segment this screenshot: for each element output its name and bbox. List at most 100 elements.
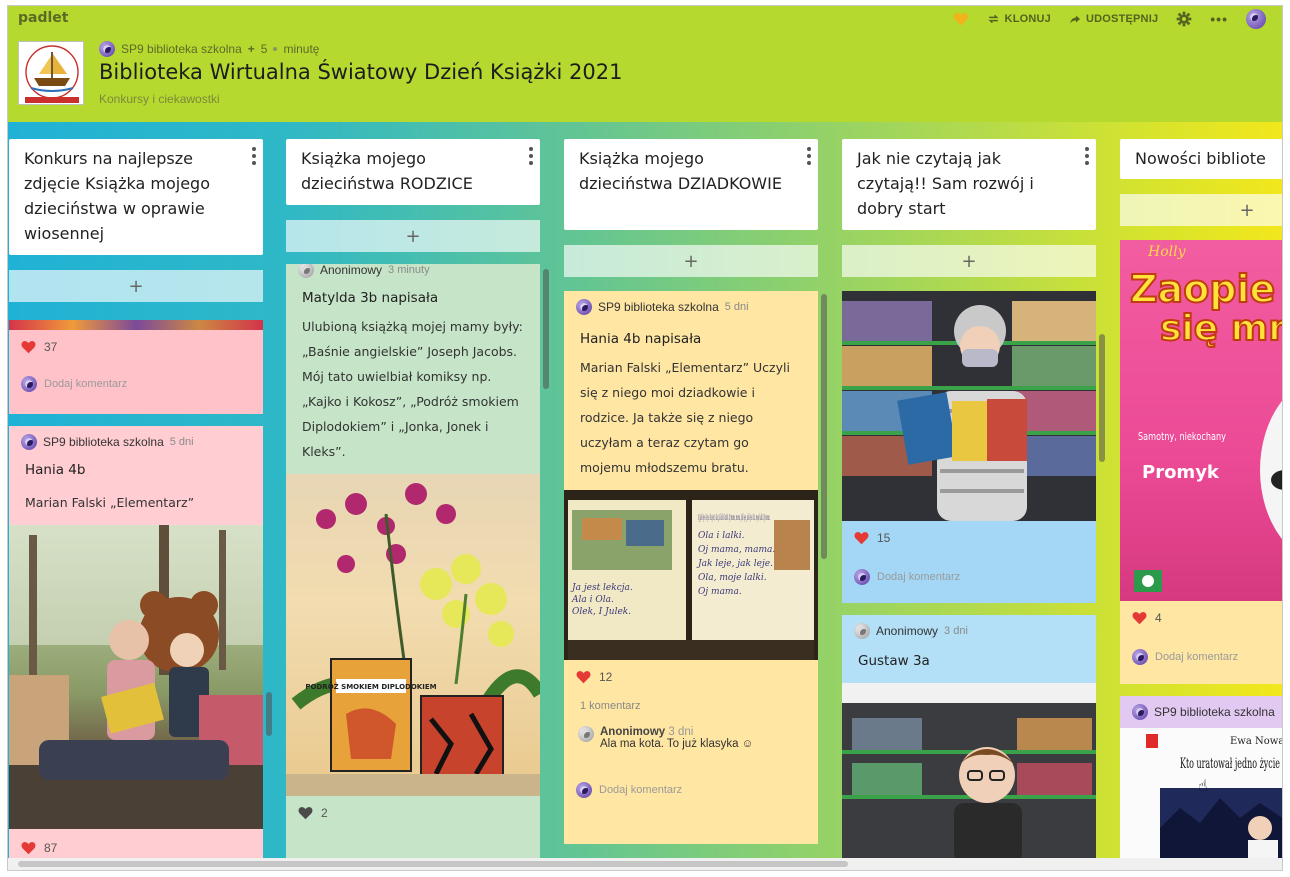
add-comment-button[interactable]: Dodaj komentarz: [842, 553, 1096, 593]
add-post-button[interactable]: +: [1120, 194, 1282, 226]
add-post-button[interactable]: +: [842, 245, 1096, 277]
column-konkurs: Konkurs na najlepsze zdjęcie Książka moj…: [9, 139, 272, 870]
heart-icon: [21, 341, 36, 354]
column-scrollbar[interactable]: [821, 294, 827, 559]
column-scrollbar[interactable]: [266, 692, 272, 736]
share-button[interactable]: UDOSTĘPNIJ: [1069, 13, 1158, 25]
avatar: [1132, 704, 1148, 720]
hand-cursor-icon: ☝: [1198, 776, 1208, 795]
column-menu-icon[interactable]: [528, 147, 534, 165]
like-button[interactable]: 2: [286, 796, 540, 828]
column-title: Książka mojego dzieciństwa RODZICE: [286, 139, 540, 205]
post-body: Marian Falski „Elementarz”: [25, 495, 195, 510]
heart-icon: [953, 13, 968, 26]
post-time: 3 dni: [944, 625, 968, 637]
plus-icon: +: [405, 225, 421, 247]
post-author: Anonimowy: [320, 264, 383, 277]
add-comment-button[interactable]: Dodaj komentarz: [1120, 633, 1282, 673]
post-card[interactable]: 37 Dodaj komentarz: [9, 320, 263, 414]
column-scrollbar[interactable]: [543, 269, 549, 389]
post-card[interactable]: Anonimowy 3 minuty Matylda 3b napisała U…: [286, 264, 540, 870]
cover-title-line1: Zaopie: [1130, 267, 1275, 311]
book-cover[interactable]: Ewa Nowak Kto uratował jedno życie: [1120, 728, 1282, 868]
cover-author: Ewa Nowak: [1230, 736, 1282, 747]
book-cover[interactable]: Holly Zaopie się mn Samotny, niekochany …: [1120, 240, 1282, 601]
like-count: 4: [1155, 611, 1162, 625]
svg-text:Ola i lalki.: Ola i lalki.: [698, 531, 745, 541]
user-avatar-button[interactable]: [1246, 9, 1266, 29]
clone-icon: [988, 14, 998, 24]
more-menu-button[interactable]: •••: [1210, 11, 1228, 27]
board-title: Biblioteka Wirtualna Światowy Dzień Ksią…: [99, 60, 623, 84]
like-count: 2: [321, 806, 328, 820]
photo-illustration: [9, 525, 263, 829]
clone-label: KLONUJ: [1004, 13, 1051, 25]
plus-icon: +: [128, 275, 144, 297]
share-label: UDOSTĘPNIJ: [1085, 13, 1159, 25]
avatar: [21, 376, 37, 392]
like-button[interactable]: 12: [564, 660, 818, 692]
post-meta: Anonimowy 3 minuty: [286, 264, 540, 286]
post-time: 3 minuty: [388, 264, 430, 276]
post-body: Marian Falski „Elementarz” Uczyli się z …: [580, 360, 790, 475]
add-comment-button[interactable]: Dodaj komentarz: [564, 754, 818, 806]
post-title: Hania 4b napisała: [580, 331, 702, 347]
post-photo[interactable]: [842, 291, 1096, 521]
column-scrollbar[interactable]: [1099, 334, 1105, 462]
svg-text:Jak leje, jak leje.: Jak leje, jak leje.: [696, 559, 773, 569]
post-photo[interactable]: Ja jest lekcja. Ala i Ola. Olek, I Julek…: [564, 490, 818, 660]
like-count: 37: [44, 340, 58, 354]
like-button[interactable]: 4: [1120, 601, 1282, 633]
padlet-logo[interactable]: padlet: [18, 10, 68, 26]
post-card[interactable]: Holly Zaopie się mn Samotny, niekochany …: [1120, 240, 1282, 684]
add-post-button[interactable]: +: [286, 220, 540, 252]
book-cover-title: PODRÓŻ SMOKIEM DIPLODOKIEM: [305, 682, 436, 691]
last-updated: minutę: [283, 42, 320, 56]
settings-button[interactable]: [1176, 11, 1192, 27]
column-menu-icon[interactable]: [1084, 147, 1090, 165]
post-author: SP9 biblioteka szkolna: [1154, 705, 1275, 719]
heart-icon: [576, 671, 591, 684]
post-title: Matylda 3b napisała: [302, 290, 439, 306]
post-author: Anonimowy: [876, 624, 939, 638]
avatar: [99, 41, 115, 57]
post-card[interactable]: SP9 biblioteka szkolna 5 dni Hania 4b Ma…: [9, 426, 263, 870]
like-count: 12: [599, 670, 613, 684]
post-photo[interactable]: PODRÓŻ SMOKIEM DIPLODOKIEM: [286, 474, 540, 796]
post-meta: SP9 biblioteka szkolna: [1120, 696, 1282, 728]
photo-illustration: Holly Zaopie się mn Samotny, niekochany …: [1129, 244, 1282, 592]
column-title-text: Jak nie czytają jak czytają!! Sam rozwój…: [857, 149, 1034, 218]
like-button[interactable]: 37: [9, 330, 263, 362]
add-post-button[interactable]: +: [564, 245, 818, 277]
post-photo[interactable]: [842, 683, 1096, 863]
scrollbar-thumb[interactable]: [18, 861, 848, 867]
like-count: 87: [44, 841, 58, 855]
add-post-button[interactable]: +: [9, 270, 263, 302]
comment-author: Anonimowy: [600, 726, 666, 738]
column-menu-icon[interactable]: [251, 147, 257, 165]
column-nowosci: Nowości bibliote + Holly Zaopie się mn S…: [1120, 139, 1282, 870]
clone-button[interactable]: KLONUJ: [987, 13, 1051, 25]
add-comment-button[interactable]: Dodaj komentarz: [9, 362, 263, 400]
horizontal-scrollbar[interactable]: [8, 858, 1282, 870]
cover-title-line2: się mn: [1160, 308, 1282, 349]
board-author[interactable]: SP9 biblioteka szkolna: [121, 42, 242, 56]
photo-illustration: Ewa Nowak Kto uratował jedno życie: [1146, 734, 1282, 868]
favorite-button[interactable]: [953, 12, 969, 26]
board-subtitle: Konkursy i ciekawostki: [99, 92, 220, 106]
column-menu-icon[interactable]: [806, 147, 812, 165]
post-meta: SP9 biblioteka szkolna 5 dni: [564, 291, 818, 323]
column-title-text: Książka mojego dzieciństwa DZIADKOWIE: [579, 149, 782, 193]
post-photo[interactable]: [9, 525, 263, 829]
post-card[interactable]: Anonimowy 3 dni Gustaw 3a: [842, 615, 1096, 870]
add-comment-label: Dodaj komentarz: [599, 784, 683, 796]
like-button[interactable]: 15: [842, 521, 1096, 553]
post-card[interactable]: 15 Dodaj komentarz: [842, 291, 1096, 603]
avatar: [578, 726, 594, 742]
post-card[interactable]: SP9 biblioteka szkolna 5 dni Hania 4b na…: [564, 291, 818, 844]
gear-icon: [1176, 11, 1192, 27]
avatar: [576, 299, 592, 315]
comment-count[interactable]: 1 komentarz: [564, 692, 818, 718]
cover-series: Holly: [1147, 244, 1187, 260]
post-body: Ulubioną książką mojej mamy były: „Baśni…: [302, 319, 523, 459]
